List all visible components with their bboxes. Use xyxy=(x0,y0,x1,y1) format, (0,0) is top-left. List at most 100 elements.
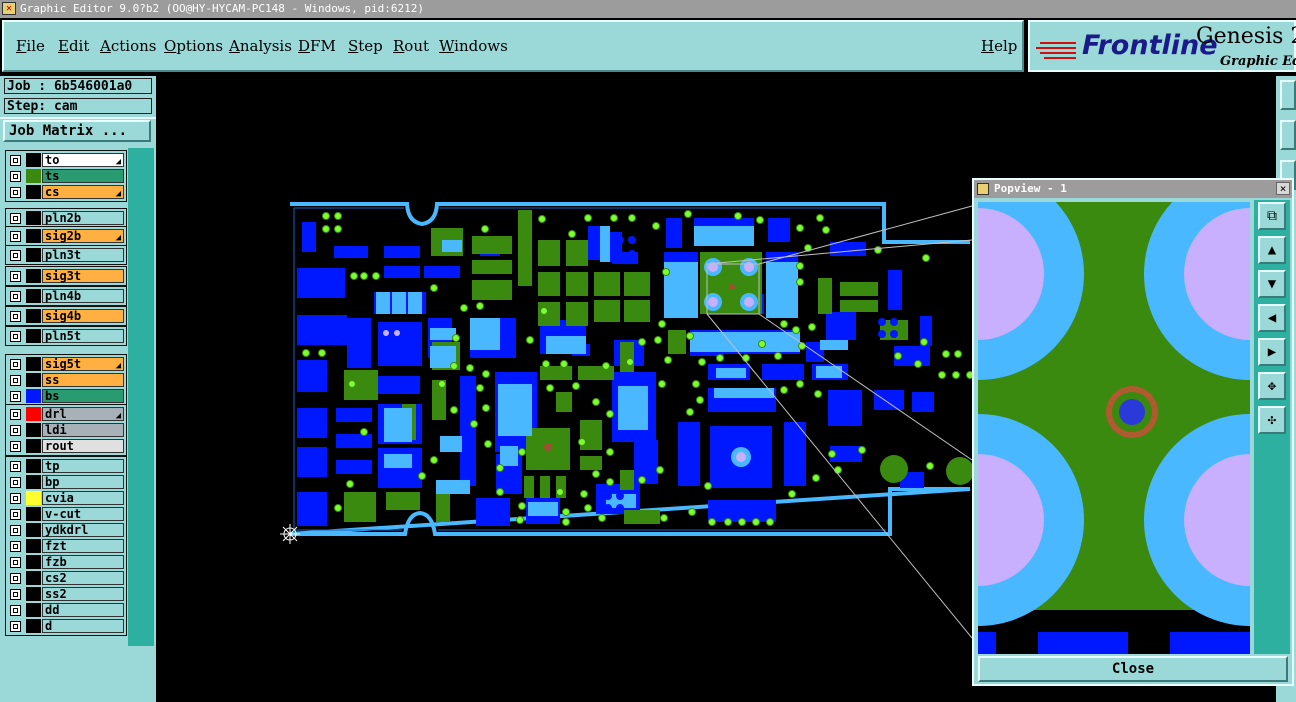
layer-name[interactable]: sig5t ◢ xyxy=(42,357,124,371)
layer-row-tp[interactable]: tp xyxy=(6,458,126,474)
pan-up-icon[interactable]: ▲ xyxy=(1258,236,1286,264)
toolbar-button-2[interactable] xyxy=(1280,120,1296,150)
layer-row-ldi[interactable]: ldi xyxy=(6,422,126,438)
layer-name[interactable]: fzt xyxy=(42,539,124,553)
layer-name[interactable]: tp xyxy=(42,459,124,473)
layer-color-swatch[interactable] xyxy=(26,523,41,537)
layer-row-to[interactable]: to ◢ xyxy=(6,152,126,168)
layer-name[interactable]: ss2 xyxy=(42,587,124,601)
layer-checkbox[interactable] xyxy=(10,391,21,402)
layer-name[interactable]: d xyxy=(42,619,124,633)
layer-row-bp[interactable]: bp xyxy=(6,474,126,490)
layer-name[interactable]: cvia xyxy=(42,491,124,505)
layer-row-sig4b[interactable]: sig4b xyxy=(6,308,126,324)
layer-color-swatch[interactable] xyxy=(26,603,41,617)
layer-name[interactable]: bs xyxy=(42,389,124,403)
layer-color-swatch[interactable] xyxy=(26,439,41,453)
toolbar-button-1[interactable] xyxy=(1280,80,1296,110)
zoom-out-icon[interactable]: ✥ xyxy=(1258,372,1286,400)
menu-windows[interactable]: Windows xyxy=(439,37,508,55)
layer-color-swatch[interactable] xyxy=(26,153,41,167)
layer-checkbox[interactable] xyxy=(10,171,21,182)
layer-name[interactable]: pln3t xyxy=(42,248,124,262)
layer-row-fzb[interactable]: fzb xyxy=(6,554,126,570)
layer-row-d[interactable]: d xyxy=(6,618,126,634)
layer-checkbox[interactable] xyxy=(10,493,21,504)
layer-row-sig5t[interactable]: sig5t ◢ xyxy=(6,356,126,372)
layer-name[interactable]: ydkdrl xyxy=(42,523,124,537)
layer-checkbox[interactable] xyxy=(10,589,21,600)
layer-row-pln5t[interactable]: pln5t xyxy=(6,328,126,344)
layer-checkbox[interactable] xyxy=(10,477,21,488)
layer-row-dd[interactable]: dd xyxy=(6,602,126,618)
layer-row-sig3t[interactable]: sig3t xyxy=(6,268,126,284)
layer-checkbox[interactable] xyxy=(10,271,21,282)
layer-row-pln4b[interactable]: pln4b xyxy=(6,288,126,304)
popview-canvas[interactable] xyxy=(978,202,1250,654)
menu-help[interactable]: Help xyxy=(981,37,1017,55)
menu-dfm[interactable]: DFM xyxy=(298,37,336,55)
layer-row-v-cut[interactable]: v-cut xyxy=(6,506,126,522)
layer-row-drl[interactable]: drl ◢ xyxy=(6,406,126,422)
menu-rout[interactable]: Rout xyxy=(393,37,429,55)
layer-row-ts[interactable]: ts xyxy=(6,168,126,184)
layer-name[interactable]: drl ◢ xyxy=(42,407,124,421)
layer-name[interactable]: cs ◢ xyxy=(42,185,124,199)
layer-name[interactable]: ss xyxy=(42,373,124,387)
layer-row-ydkdrl[interactable]: ydkdrl xyxy=(6,522,126,538)
layer-color-swatch[interactable] xyxy=(26,619,41,633)
zoom-window-icon[interactable]: ⧉ xyxy=(1258,202,1286,230)
layer-color-swatch[interactable] xyxy=(26,357,41,371)
layer-row-ss2[interactable]: ss2 xyxy=(6,586,126,602)
layer-row-fzt[interactable]: fzt xyxy=(6,538,126,554)
layer-name[interactable]: ldi xyxy=(42,423,124,437)
layer-color-swatch[interactable] xyxy=(26,459,41,473)
layer-row-cs[interactable]: cs ◢ xyxy=(6,184,126,200)
layer-color-swatch[interactable] xyxy=(26,539,41,553)
pan-down-icon[interactable]: ▼ xyxy=(1258,270,1286,298)
menu-step[interactable]: Step xyxy=(348,37,383,55)
menu-file[interactable]: File xyxy=(16,37,45,55)
layer-color-swatch[interactable] xyxy=(26,389,41,403)
pan-right-icon[interactable]: ▶ xyxy=(1258,338,1286,366)
layer-color-swatch[interactable] xyxy=(26,229,41,243)
layer-color-swatch[interactable] xyxy=(26,169,41,183)
zoom-in-icon[interactable]: ✣ xyxy=(1258,406,1286,434)
layer-color-swatch[interactable] xyxy=(26,185,41,199)
layer-checkbox[interactable] xyxy=(10,250,21,261)
menu-analysis[interactable]: Analysis xyxy=(229,37,292,55)
pan-left-icon[interactable]: ◀ xyxy=(1258,304,1286,332)
layer-name[interactable]: sig4b xyxy=(42,309,124,323)
layer-color-swatch[interactable] xyxy=(26,475,41,489)
layer-checkbox[interactable] xyxy=(10,557,21,568)
layer-color-swatch[interactable] xyxy=(26,491,41,505)
layer-checkbox[interactable] xyxy=(10,461,21,472)
layer-checkbox[interactable] xyxy=(10,375,21,386)
layer-checkbox[interactable] xyxy=(10,155,21,166)
layer-color-swatch[interactable] xyxy=(26,423,41,437)
layer-checkbox[interactable] xyxy=(10,605,21,616)
layer-color-swatch[interactable] xyxy=(26,211,41,225)
menu-options[interactable]: Options xyxy=(164,37,223,55)
close-icon[interactable]: × xyxy=(1276,182,1290,195)
layer-checkbox[interactable] xyxy=(10,409,21,420)
layer-name[interactable]: v-cut xyxy=(42,507,124,521)
layer-checkbox[interactable] xyxy=(10,573,21,584)
layer-color-swatch[interactable] xyxy=(26,289,41,303)
layer-name[interactable]: pln4b xyxy=(42,289,124,303)
layer-panel-scrollbar[interactable] xyxy=(128,148,154,646)
layer-checkbox[interactable] xyxy=(10,525,21,536)
layer-row-rout[interactable]: rout xyxy=(6,438,126,454)
layer-checkbox[interactable] xyxy=(10,541,21,552)
menu-edit[interactable]: Edit xyxy=(58,37,89,55)
layer-name[interactable]: pln2b xyxy=(42,211,124,225)
layer-checkbox[interactable] xyxy=(10,621,21,632)
layer-name[interactable]: to ◢ xyxy=(42,153,124,167)
layer-checkbox[interactable] xyxy=(10,311,21,322)
layer-checkbox[interactable] xyxy=(10,441,21,452)
layer-color-swatch[interactable] xyxy=(26,507,41,521)
layer-checkbox[interactable] xyxy=(10,213,21,224)
layer-checkbox[interactable] xyxy=(10,359,21,370)
layer-name[interactable]: sig3t xyxy=(42,269,124,283)
layer-color-swatch[interactable] xyxy=(26,373,41,387)
